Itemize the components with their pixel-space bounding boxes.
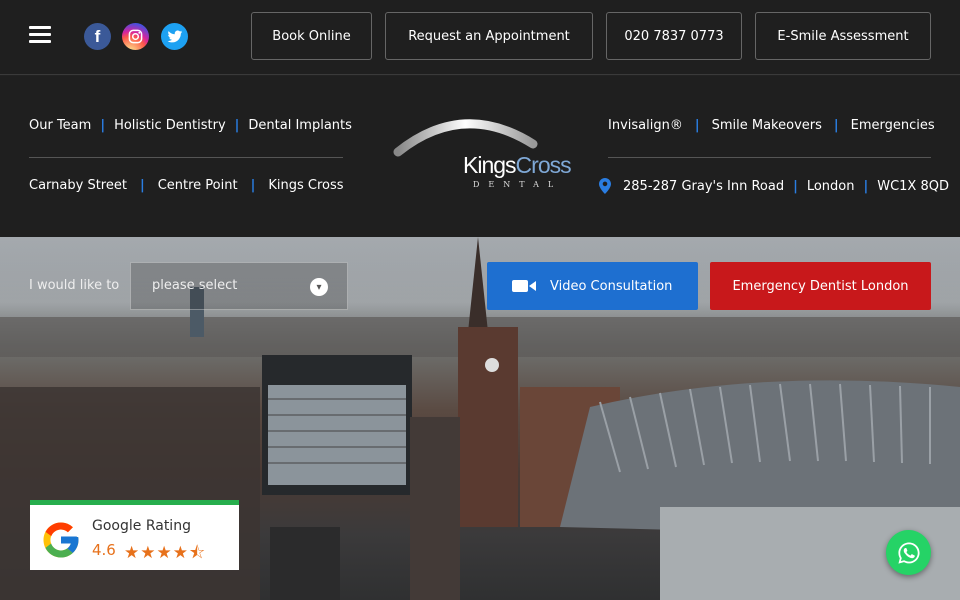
address-city: London bbox=[806, 178, 855, 194]
instagram-icon[interactable] bbox=[122, 23, 149, 50]
video-consultation-button[interactable]: Video Consultation bbox=[487, 262, 698, 310]
logo-subtitle: DENTAL bbox=[473, 180, 563, 189]
nav-invisalign[interactable]: Invisalign® bbox=[608, 118, 683, 133]
divider bbox=[29, 157, 343, 158]
kings-cross-dental-logo[interactable]: KingsCross DENTAL bbox=[388, 112, 572, 192]
nav-separator: | bbox=[139, 178, 145, 193]
address: 285-287 Gray's Inn Road | London | WC1X … bbox=[599, 178, 949, 194]
nav-separator: | bbox=[793, 178, 798, 194]
nav-smile-makeovers[interactable]: Smile Makeovers bbox=[712, 118, 822, 133]
nav-separator: | bbox=[100, 118, 106, 133]
nav-holistic-dentistry[interactable]: Holistic Dentistry bbox=[114, 118, 226, 133]
nav-separator: | bbox=[250, 178, 256, 193]
nav-kings-cross[interactable]: Kings Cross bbox=[268, 178, 343, 193]
address-postcode: WC1X 8QD bbox=[877, 178, 949, 194]
logo-wordmark: KingsCross bbox=[463, 152, 572, 178]
book-online-button[interactable]: Book Online bbox=[251, 12, 372, 60]
nav-our-team[interactable]: Our Team bbox=[29, 118, 91, 133]
nav-separator: | bbox=[863, 178, 869, 194]
service-select[interactable]: please select ▾ bbox=[130, 262, 348, 310]
google-g-icon bbox=[43, 522, 79, 558]
select-placeholder: please select bbox=[152, 278, 238, 293]
nav-locations: Carnaby Street | Centre Point | Kings Cr… bbox=[29, 178, 344, 193]
google-rating-badge[interactable]: Google Rating 4.6 ★★★★⯪ bbox=[30, 500, 239, 570]
nav-dental-implants[interactable]: Dental Implants bbox=[248, 118, 352, 133]
rating-stars: ★★★★⯪ bbox=[124, 543, 207, 563]
nav-carnaby-street[interactable]: Carnaby Street bbox=[29, 178, 127, 193]
menu-icon[interactable] bbox=[29, 26, 51, 44]
nav-centre-point[interactable]: Centre Point bbox=[158, 178, 238, 193]
whatsapp-icon[interactable] bbox=[886, 530, 931, 575]
video-consultation-label: Video Consultation bbox=[550, 278, 673, 294]
divider bbox=[608, 157, 931, 158]
header: Our Team | Holistic Dentistry | Dental I… bbox=[0, 76, 960, 237]
address-street: 285-287 Gray's Inn Road bbox=[623, 178, 785, 194]
nav-services-left: Our Team | Holistic Dentistry | Dental I… bbox=[29, 118, 352, 133]
emergency-dentist-button[interactable]: Emergency Dentist London bbox=[710, 262, 931, 310]
video-camera-icon bbox=[512, 280, 536, 292]
intro-label: I would like to bbox=[29, 278, 120, 293]
nav-separator: | bbox=[234, 118, 240, 133]
rating-label: Google Rating bbox=[92, 518, 191, 534]
nav-separator: | bbox=[833, 118, 839, 133]
rating-score: 4.6 bbox=[92, 541, 116, 559]
nav-emergencies[interactable]: Emergencies bbox=[851, 118, 935, 133]
chevron-down-icon: ▾ bbox=[310, 278, 328, 296]
nav-services-right: Invisalign® | Smile Makeovers | Emergenc… bbox=[608, 118, 935, 133]
nav-separator: | bbox=[694, 118, 700, 133]
e-smile-assessment-button[interactable]: E-Smile Assessment bbox=[755, 12, 931, 60]
request-appointment-button[interactable]: Request an Appointment bbox=[385, 12, 593, 60]
phone-button[interactable]: 020 7837 0773 bbox=[606, 12, 742, 60]
hero-city-image: I would like to please select ▾ Video Co… bbox=[0, 237, 960, 600]
location-pin-icon bbox=[599, 178, 611, 194]
facebook-icon[interactable]: f bbox=[84, 23, 111, 50]
top-bar: f Book Online Request an Appointment 020… bbox=[0, 0, 960, 75]
twitter-icon[interactable] bbox=[161, 23, 188, 50]
